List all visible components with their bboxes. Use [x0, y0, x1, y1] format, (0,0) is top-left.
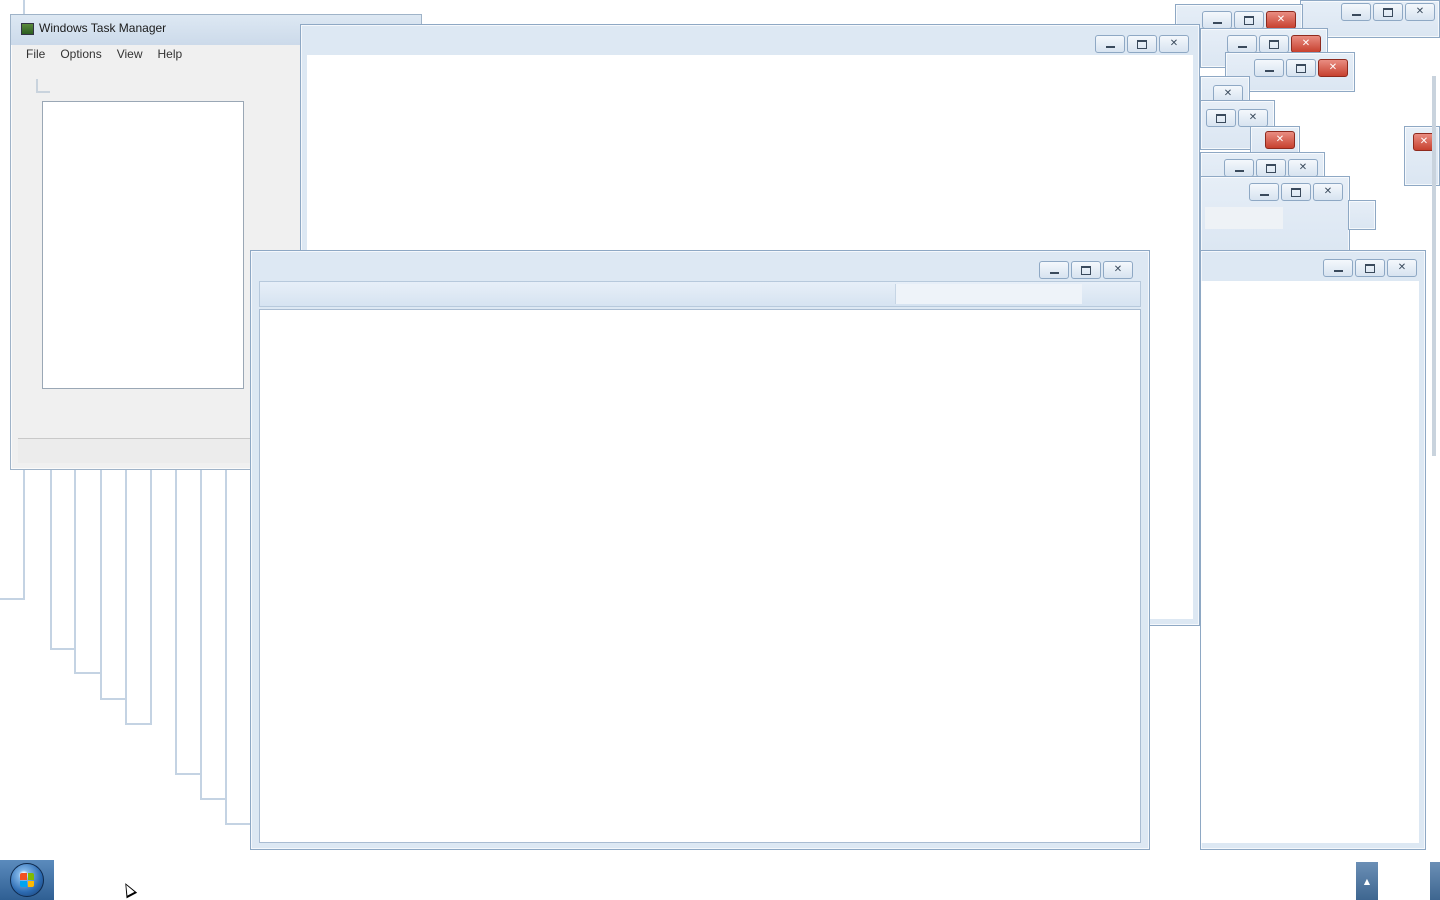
maximize-icon[interactable] [1355, 259, 1385, 277]
maximize-icon[interactable] [1259, 35, 1289, 53]
maximize-icon[interactable] [1286, 59, 1316, 77]
background-window[interactable] [1200, 176, 1350, 256]
window-title: Windows Task Manager [39, 21, 167, 35]
search-box[interactable] [895, 284, 1082, 304]
window-trail [100, 440, 128, 700]
close-icon[interactable] [1313, 183, 1343, 201]
close-icon[interactable] [1291, 35, 1321, 53]
toolbar[interactable] [259, 281, 1141, 307]
show-hidden-icons-arrow-icon[interactable]: ▲ [1356, 862, 1378, 900]
close-icon[interactable] [1387, 259, 1417, 277]
foreground-window[interactable] [250, 250, 1150, 850]
close-icon[interactable] [1159, 35, 1189, 53]
close-icon[interactable] [1318, 59, 1348, 77]
window-trail [200, 440, 228, 800]
minimize-icon[interactable] [1323, 259, 1353, 277]
maximize-icon[interactable] [1234, 11, 1264, 29]
minimize-icon[interactable] [1341, 3, 1371, 21]
process-list-panel[interactable] [42, 101, 244, 389]
menu-options[interactable]: Options [52, 45, 108, 63]
minimize-icon[interactable] [1224, 159, 1254, 177]
maximize-icon[interactable] [1071, 261, 1101, 279]
menu-help[interactable]: Help [150, 45, 190, 63]
minimize-icon[interactable] [1202, 11, 1232, 29]
taskbar: ▲ [0, 860, 1440, 900]
window-trail [225, 440, 253, 825]
restore-icon[interactable] [1373, 3, 1403, 21]
minimize-icon[interactable] [1039, 261, 1069, 279]
minimize-icon[interactable] [1095, 35, 1125, 53]
start-button[interactable] [0, 860, 54, 900]
close-icon[interactable] [1238, 109, 1268, 127]
close-icon[interactable] [1405, 3, 1435, 21]
minimize-icon[interactable] [1254, 59, 1284, 77]
desktop: Windows Task Manager File Options View H… [0, 0, 1440, 860]
clock[interactable] [1430, 862, 1440, 900]
window-edge [1432, 76, 1436, 456]
close-icon[interactable] [1266, 11, 1296, 29]
maximize-icon[interactable] [1256, 159, 1286, 177]
background-window[interactable] [1200, 250, 1426, 850]
maximize-icon[interactable] [1281, 183, 1311, 201]
close-icon[interactable] [1288, 159, 1318, 177]
window-content [1201, 281, 1419, 843]
maximize-icon[interactable] [1206, 109, 1236, 127]
maximize-icon[interactable] [1127, 35, 1157, 53]
menu-view[interactable]: View [109, 45, 150, 63]
window-content [1205, 207, 1283, 229]
background-window[interactable] [1348, 200, 1376, 230]
task-manager-icon [21, 23, 34, 35]
window-content [259, 309, 1141, 843]
minimize-icon[interactable] [1249, 183, 1279, 201]
menu-file[interactable]: File [18, 45, 52, 63]
window-trail [125, 440, 152, 725]
minimize-icon[interactable] [1227, 35, 1257, 53]
close-icon[interactable] [1103, 261, 1133, 279]
windows-start-orb-icon [10, 863, 44, 897]
tab-indicator [36, 79, 50, 93]
close-icon[interactable] [1265, 131, 1295, 149]
window-trail [175, 440, 203, 775]
window-trail [74, 440, 102, 674]
